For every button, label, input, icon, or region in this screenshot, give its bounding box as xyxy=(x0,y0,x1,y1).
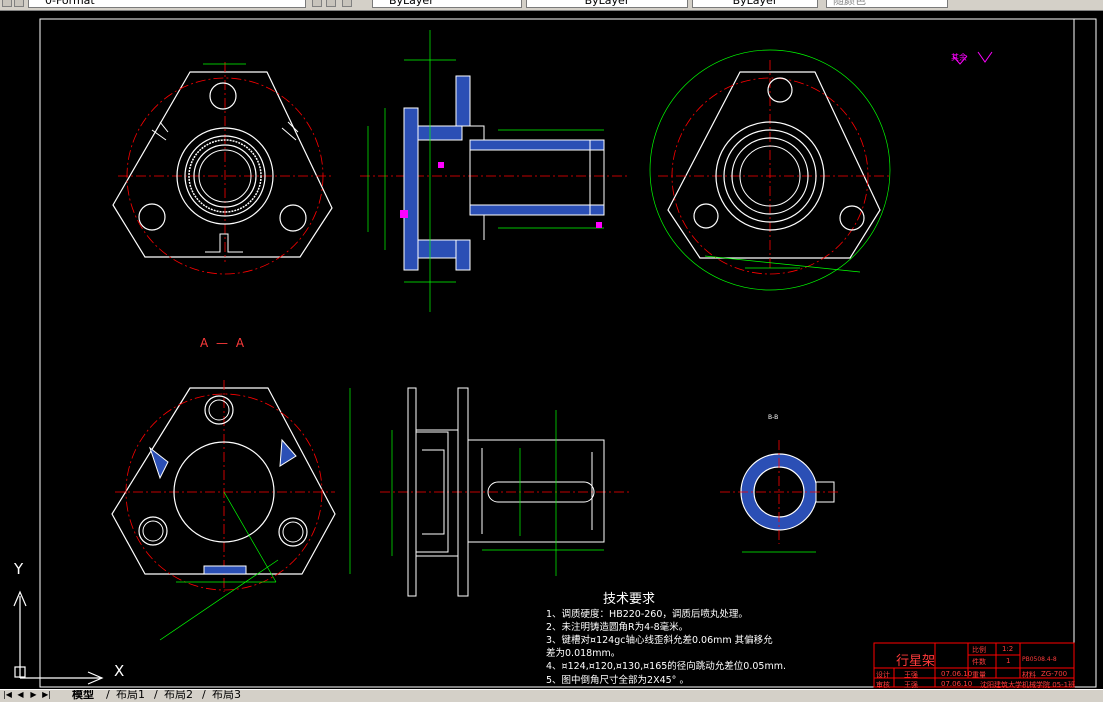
part-name: 行星架 xyxy=(896,654,936,669)
view-section-bb xyxy=(720,440,840,553)
tab-layout-1[interactable]: 布局1 xyxy=(116,690,145,702)
qty-label: 件数 xyxy=(972,658,986,666)
linetype-dropdown[interactable]: ByLayer xyxy=(526,0,688,8)
tab-model[interactable]: 模型 xyxy=(72,690,94,702)
tech-item: 3、键槽对¤124gc轴心线歪斜允差0.06mm 其偏移允 xyxy=(546,635,773,646)
next-tab-icon[interactable]: ▶ xyxy=(28,690,39,700)
prev-tab-icon[interactable]: ◀ xyxy=(15,690,26,700)
layout-tab-bar: |◀ ◀ ▶ ▶| 模型 / 布局1 / 布局2 / 布局3 xyxy=(0,689,1103,702)
tech-item: 1、调质硬度：HB220-260，调质后喷丸处理。 xyxy=(546,609,748,620)
lineweight-dropdown[interactable]: ByLayer xyxy=(692,0,818,8)
tab-layout-3[interactable]: 布局3 xyxy=(212,690,241,702)
make-current-icon[interactable] xyxy=(312,0,322,7)
layer-state-icon[interactable] xyxy=(2,0,12,7)
layer-dropdown[interactable]: 0-Format xyxy=(28,0,306,8)
drawing-border xyxy=(39,18,1097,688)
material-value: ZG-700 xyxy=(1041,670,1068,678)
layer-freeze-icon[interactable] xyxy=(14,0,24,7)
roughness-note: 其余 xyxy=(951,53,967,62)
tab-sep: / xyxy=(106,689,110,701)
view-section-aa xyxy=(111,380,351,641)
tab-sep: / xyxy=(202,689,206,701)
tab-sep: / xyxy=(154,689,158,701)
tech-item: 2、未注明铸造圆角R为4-8毫米。 xyxy=(546,622,689,633)
tab-layout-2[interactable]: 布局2 xyxy=(164,690,193,702)
tech-item: 4、¤124,¤120,¤130,¤165的径向跳动允差位0.05mm. xyxy=(546,661,786,672)
view-side-bottom xyxy=(380,387,630,597)
view-section-top xyxy=(360,30,630,312)
tech-item: 差为0.018mm。 xyxy=(546,648,621,659)
design-label: 设计 xyxy=(876,671,890,679)
tech-item: 5、图中倒角尺寸全部为2X45° 。 xyxy=(546,675,689,686)
ucs-x-label: X xyxy=(114,662,125,680)
tech-title: 技术要求 xyxy=(603,592,656,607)
plotstyle-dropdown[interactable]: 随颜色 xyxy=(826,0,948,8)
ucs-icon xyxy=(13,590,104,685)
view-front-top xyxy=(112,62,333,275)
qty-value: 1 xyxy=(1006,657,1011,665)
properties-toolbar: 0-Format ByLayer ByLayer ByLayer 随颜色 xyxy=(0,0,1103,11)
scale-value: 1:2 xyxy=(1002,645,1014,653)
design-date: 07.06.10 xyxy=(941,670,973,678)
drawing-canvas[interactable] xyxy=(0,11,1103,689)
material-label: 材料 xyxy=(1022,671,1036,679)
weight-label: 重量 xyxy=(972,671,986,679)
section-bb-label: B-B xyxy=(768,414,779,421)
scale-label: 比例 xyxy=(972,646,986,654)
layers-icon[interactable] xyxy=(342,0,352,7)
view-side-top xyxy=(649,49,993,291)
layer-previous-icon[interactable] xyxy=(326,0,336,7)
section-aa-label: A — A xyxy=(200,336,247,350)
first-tab-icon[interactable]: |◀ xyxy=(2,690,13,700)
design-name: 王强 xyxy=(904,671,918,679)
ucs-y-label: Y xyxy=(14,560,24,578)
color-dropdown[interactable]: ByLayer xyxy=(372,0,522,8)
check-date: 07.06.10 xyxy=(941,680,973,688)
last-tab-icon[interactable]: ▶| xyxy=(41,690,52,700)
drawing-number: PB0508.4-8 xyxy=(1022,656,1057,663)
